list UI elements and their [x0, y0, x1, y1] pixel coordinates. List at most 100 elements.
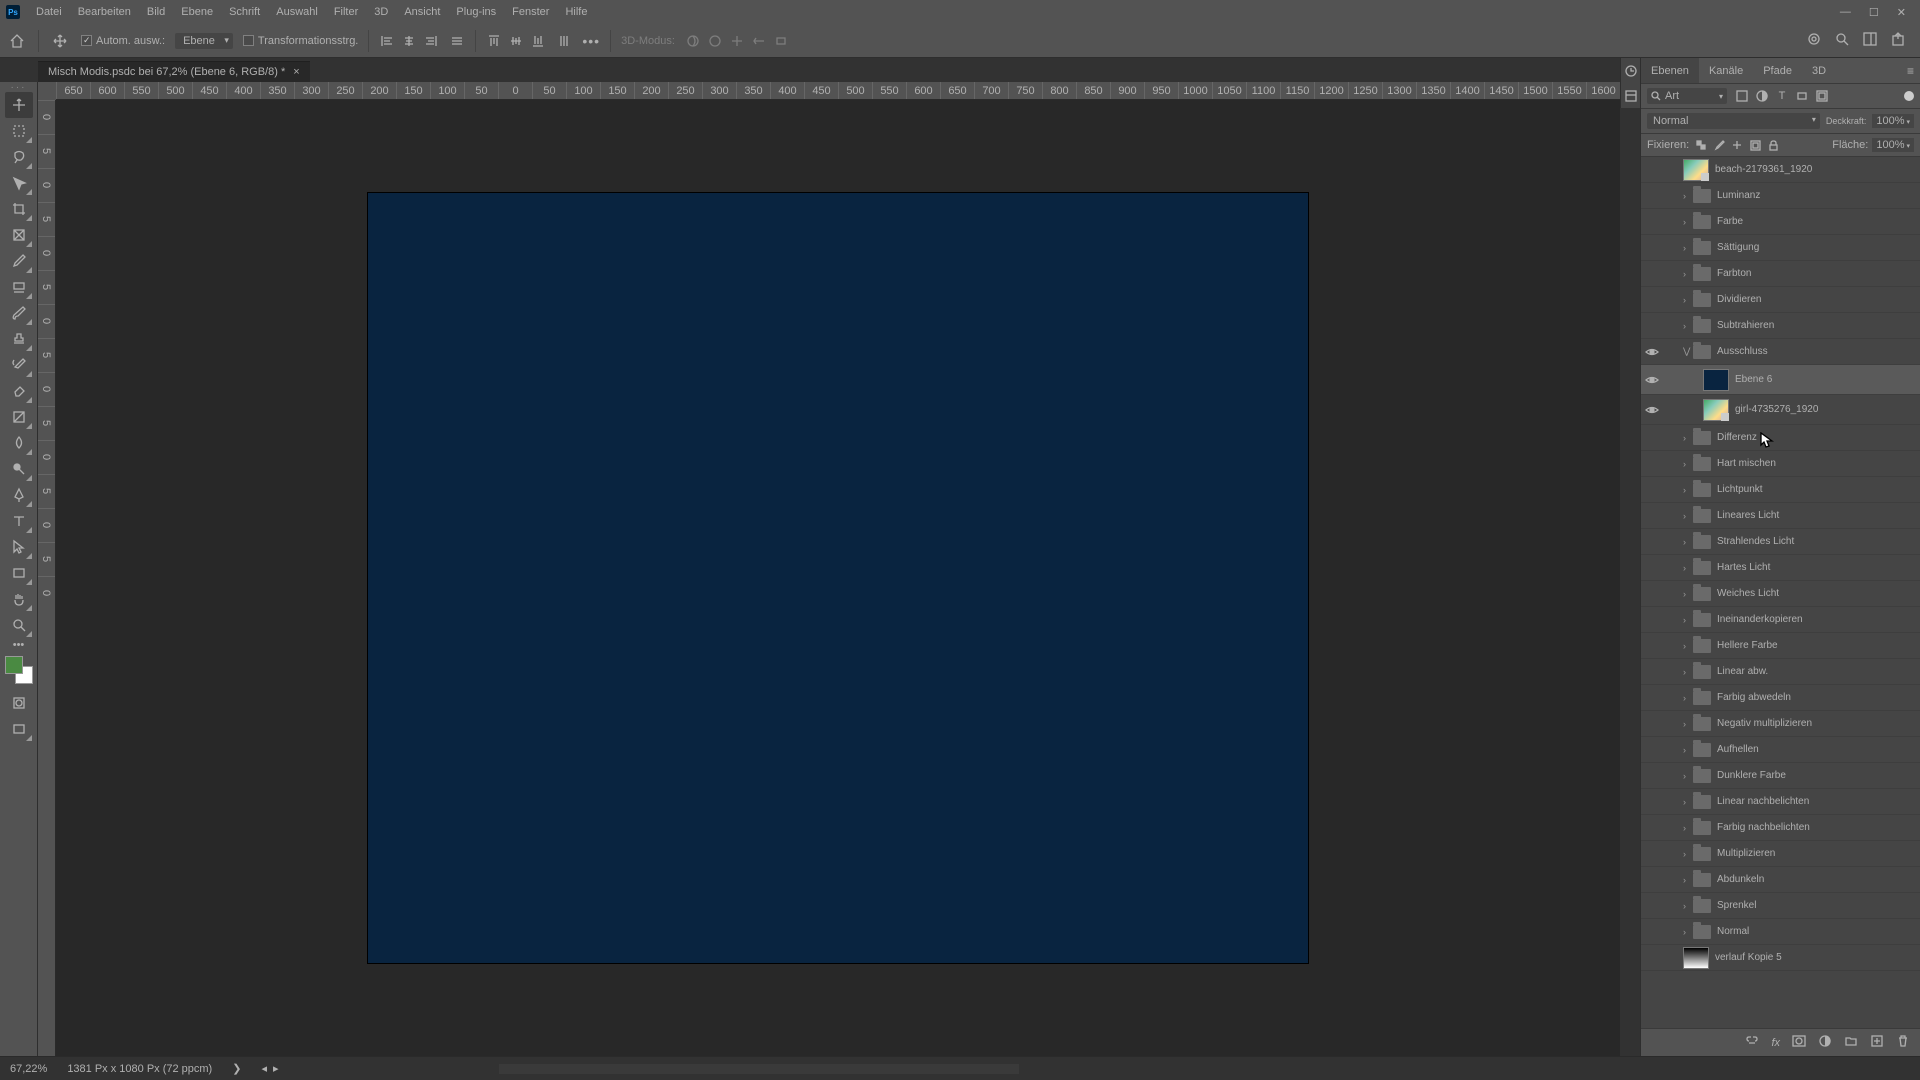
layer-group[interactable]: ›Farbe — [1641, 209, 1920, 235]
layer-group[interactable]: › Luminanz — [1641, 183, 1920, 209]
layer-row[interactable]: beach-2179361_1920 — [1641, 157, 1920, 183]
panel-grip[interactable] — [0, 82, 37, 92]
layer-name[interactable]: Sättigung — [1717, 242, 1759, 253]
disclosure-triangle-icon[interactable]: › — [1683, 433, 1693, 443]
layer-name[interactable]: Luminanz — [1717, 190, 1760, 201]
opacity-input[interactable]: 100% — [1872, 114, 1914, 128]
visibility-toggle[interactable] — [1641, 375, 1663, 385]
disclosure-triangle-icon[interactable]: › — [1683, 771, 1693, 781]
auto-select-checkbox[interactable]: Autom. ausw.: — [81, 35, 165, 47]
eyedropper-tool[interactable] — [5, 248, 33, 274]
disclosure-triangle-icon[interactable]: › — [1683, 823, 1693, 833]
more-align-button[interactable]: ••• — [582, 33, 600, 49]
layer-group[interactable]: ›Sprenkel — [1641, 893, 1920, 919]
disclosure-triangle-icon[interactable]: › — [1683, 191, 1693, 201]
eraser-tool[interactable] — [5, 378, 33, 404]
disclosure-triangle-icon[interactable]: › — [1683, 719, 1693, 729]
layer-name[interactable]: Farbig abwedeln — [1717, 692, 1791, 703]
menu-3d[interactable]: 3D — [366, 6, 396, 18]
link-layers-icon[interactable] — [1745, 1034, 1759, 1051]
foreground-color-swatch[interactable] — [5, 656, 23, 674]
quick-mask-tool[interactable] — [5, 690, 33, 716]
layer-name[interactable]: Differenz — [1717, 432, 1757, 443]
distribute-icon[interactable] — [449, 33, 465, 49]
layer-name[interactable]: Ebene 6 — [1735, 374, 1772, 385]
disclosure-triangle-icon[interactable]: › — [1683, 295, 1693, 305]
layer-group[interactable]: ›Subtrahieren — [1641, 313, 1920, 339]
dodge-tool[interactable] — [5, 456, 33, 482]
layer-name[interactable]: Subtrahieren — [1717, 320, 1774, 331]
move-tool-preset-icon[interactable] — [49, 30, 71, 52]
document-info[interactable]: 1381 Px x 1080 Px (72 ppcm) — [67, 1063, 212, 1075]
minimize-button[interactable]: — — [1840, 6, 1851, 19]
menu-datei[interactable]: Datei — [28, 6, 70, 18]
layer-group[interactable]: ›Multiplizieren — [1641, 841, 1920, 867]
filter-adjustment-icon[interactable] — [1755, 89, 1769, 103]
align-left-icon[interactable] — [379, 33, 395, 49]
share-icon[interactable] — [1890, 31, 1906, 50]
layer-group[interactable]: ›Farbig abwedeln — [1641, 685, 1920, 711]
layer-group[interactable]: › Farbig nachbelichten — [1641, 815, 1920, 841]
menu-hilfe[interactable]: Hilfe — [557, 6, 595, 18]
layer-group[interactable]: › Differenz — [1641, 425, 1920, 451]
workspace-icon[interactable] — [1862, 31, 1878, 50]
layer-group[interactable]: ›Aufhellen — [1641, 737, 1920, 763]
zoom-level[interactable]: 67,22% — [10, 1063, 47, 1075]
layer-filter-kind-select[interactable]: Art — [1647, 88, 1727, 104]
lock-all-icon[interactable] — [1767, 139, 1779, 151]
layer-name[interactable]: Farbe — [1717, 216, 1743, 227]
path-select-tool[interactable] — [5, 534, 33, 560]
layer-name[interactable]: Multiplizieren — [1717, 848, 1775, 859]
stamp-tool[interactable] — [5, 326, 33, 352]
layer-name[interactable]: Ineinanderkopieren — [1717, 614, 1803, 625]
layer-list[interactable]: beach-2179361_1920›Luminanz›Farbe›Sättig… — [1641, 157, 1920, 1028]
menu-ebene[interactable]: Ebene — [173, 6, 221, 18]
layer-group[interactable]: ›Hartes Licht — [1641, 555, 1920, 581]
layer-group[interactable]: ›Hellere Farbe — [1641, 633, 1920, 659]
layer-name[interactable]: Farbton — [1717, 268, 1751, 279]
transform-controls-checkbox[interactable]: Transformationsstrg. — [243, 35, 358, 47]
disclosure-triangle-icon[interactable]: › — [1683, 243, 1693, 253]
doc-info-chevron-icon[interactable]: ❯ — [232, 1062, 241, 1075]
disclosure-triangle-icon[interactable]: › — [1683, 269, 1693, 279]
layer-name[interactable]: Hart mischen — [1717, 458, 1776, 469]
layer-row[interactable]: verlauf Kopie 5 — [1641, 945, 1920, 971]
layer-name[interactable]: Negativ multiplizieren — [1717, 718, 1812, 729]
disclosure-triangle-icon[interactable]: › — [1683, 875, 1693, 885]
history-panel-icon[interactable] — [1624, 64, 1638, 78]
layer-name[interactable]: Lichtpunkt — [1717, 484, 1763, 495]
layer-name[interactable]: verlauf Kopie 5 — [1715, 952, 1782, 963]
vertical-ruler[interactable]: 050505050505050 — [38, 100, 56, 1056]
layer-thumbnail[interactable] — [1683, 947, 1709, 969]
filter-smart-icon[interactable] — [1815, 89, 1829, 103]
layer-group[interactable]: ›Normal — [1641, 919, 1920, 945]
layer-name[interactable]: Farbig nachbelichten — [1717, 822, 1810, 833]
filter-toggle[interactable] — [1904, 91, 1914, 101]
menu-plug-ins[interactable]: Plug-ins — [448, 6, 504, 18]
crop-tool[interactable] — [5, 196, 33, 222]
layer-name[interactable]: Abdunkeln — [1717, 874, 1764, 885]
pen-tool[interactable] — [5, 482, 33, 508]
cloud-icon[interactable] — [1806, 31, 1822, 50]
disclosure-triangle-icon[interactable]: › — [1683, 537, 1693, 547]
tab-channels[interactable]: Kanäle — [1699, 58, 1753, 83]
layer-group[interactable]: ›Weiches Licht — [1641, 581, 1920, 607]
distribute-v-icon[interactable] — [556, 33, 572, 49]
filter-shape-icon[interactable] — [1795, 89, 1809, 103]
new-layer-icon[interactable] — [1870, 1034, 1884, 1051]
layer-name[interactable]: Hellere Farbe — [1717, 640, 1778, 651]
move-tool[interactable] — [5, 92, 33, 118]
layer-group[interactable]: ›Linear nachbelichten — [1641, 789, 1920, 815]
visibility-toggle[interactable] — [1641, 347, 1663, 357]
align-middle-icon[interactable] — [508, 33, 524, 49]
horizontal-scrollbar[interactable] — [499, 1064, 1019, 1074]
marquee-tool[interactable] — [5, 118, 33, 144]
hand-tool[interactable] — [5, 586, 33, 612]
disclosure-triangle-icon[interactable]: › — [1683, 615, 1693, 625]
auto-select-target-select[interactable]: Ebene — [175, 33, 233, 49]
lock-position-icon[interactable] — [1731, 139, 1743, 151]
disclosure-triangle-icon[interactable]: › — [1683, 589, 1693, 599]
layer-name[interactable]: Linear nachbelichten — [1717, 796, 1809, 807]
layer-group[interactable]: ›Hart mischen — [1641, 451, 1920, 477]
menu-filter[interactable]: Filter — [326, 6, 366, 18]
